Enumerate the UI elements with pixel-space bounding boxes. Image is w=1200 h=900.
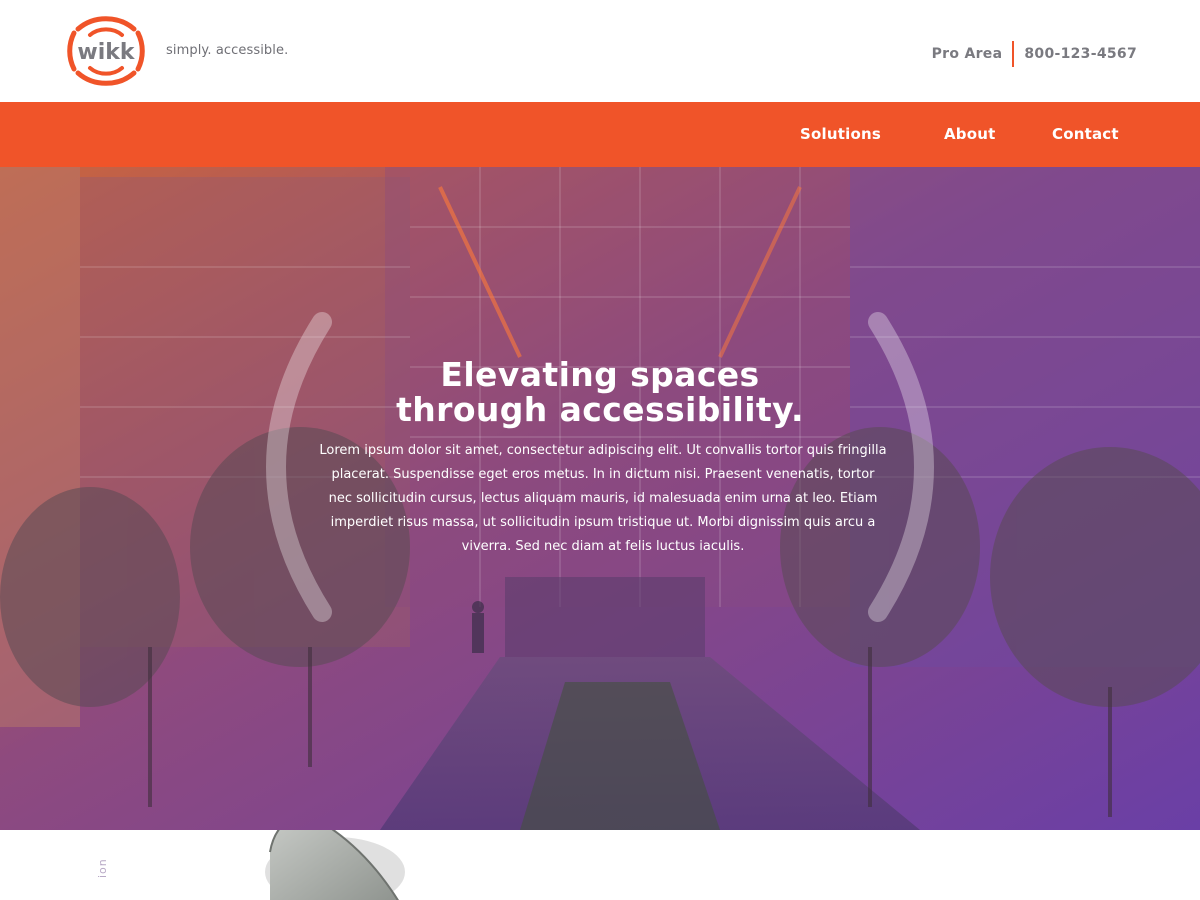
phone-link[interactable]: 800-123-4567 [1024, 46, 1137, 62]
hero-title-line-1: Elevating spaces [440, 355, 760, 394]
wikk-logo[interactable]: wikk [62, 15, 150, 87]
nav-item-about[interactable]: About [944, 125, 996, 143]
hero-description: Lorem ipsum dolor sit amet, consectetur … [319, 443, 887, 554]
hero-title: Elevating spaces through accessibility. [0, 357, 1200, 427]
device-product-image [265, 830, 405, 900]
site-header: wikk simply. accessible. Pro Area 800-12… [0, 0, 1200, 102]
hero-title-line-2: through accessibility. [396, 390, 804, 429]
nav-item-contact[interactable]: Contact [1052, 125, 1119, 143]
header-utility: Pro Area 800-123-4567 [932, 41, 1137, 67]
main-nav: Solutions About Contact [0, 102, 1200, 167]
tagline: simply. accessible. [166, 43, 289, 58]
logo-wordmark: wikk [77, 40, 135, 65]
pro-area-link[interactable]: Pro Area [932, 46, 1003, 62]
hero-section: Elevating spaces through accessibility. … [0, 167, 1200, 830]
utility-divider [1012, 41, 1015, 67]
lower-section: ion [0, 830, 1200, 900]
nav-item-solutions[interactable]: Solutions [800, 125, 881, 143]
vertical-section-label: ion [96, 858, 109, 878]
